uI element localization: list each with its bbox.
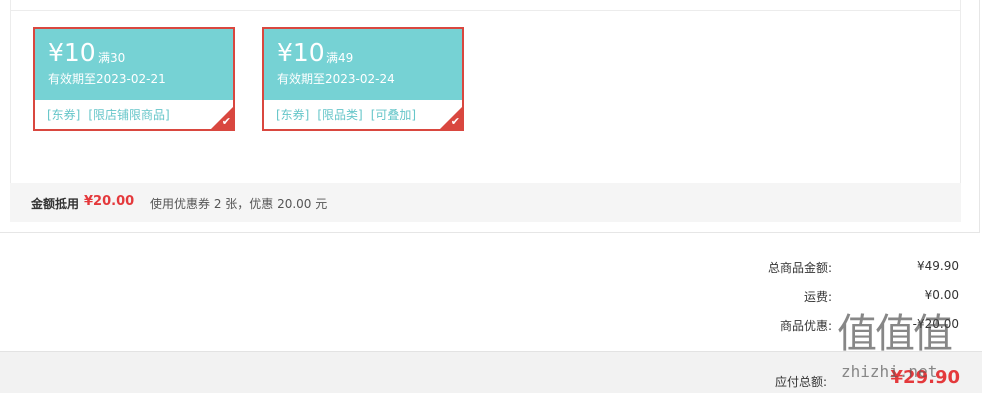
- coupon-tag: [限品类]: [317, 108, 363, 122]
- coupon-face: ¥10 满49 有效期至2023-02-24: [264, 29, 462, 100]
- shipping-label: 运费:: [803, 290, 832, 304]
- coupon-amount: ¥10: [48, 38, 96, 67]
- payable-value: ¥29.90: [890, 367, 960, 388]
- coupon-amount: ¥10: [277, 38, 325, 67]
- discount-row: 商品优惠: -¥20.00: [0, 317, 982, 337]
- coupon-tag: [东券]: [276, 108, 310, 122]
- coupon-tags: [东券] [限店铺限商品]: [47, 108, 178, 122]
- coupon-tag: [限店铺限商品]: [88, 108, 170, 122]
- goods-total-row: 总商品金额: ¥49.90: [0, 259, 982, 279]
- discount-amount: ¥20.00: [84, 194, 135, 209]
- coupon-tag: [东券]: [47, 108, 81, 122]
- coupon-tag: [可叠加]: [370, 108, 417, 122]
- coupon-card[interactable]: ¥10 满30 有效期至2023-02-21 [东券] [限店铺限商品] ✔: [33, 27, 235, 131]
- coupon-usage-text: 使用优惠券 2 张，优惠 20.00 元: [150, 197, 328, 211]
- shipping-row: 运费: ¥0.00: [0, 288, 982, 308]
- check-icon: ✔: [221, 115, 231, 128]
- payable-label: 应付总额:: [774, 375, 827, 389]
- product-discount-label: 商品优惠:: [779, 319, 832, 333]
- coupon-card[interactable]: ¥10 满49 有效期至2023-02-24 [东券] [限品类] [可叠加] ✔: [262, 27, 464, 131]
- goods-total-value: ¥49.90: [917, 259, 959, 273]
- coupon-tags: [东券] [限品类] [可叠加]: [276, 108, 424, 122]
- check-icon: ✔: [450, 115, 460, 128]
- payable-bar: 应付总额: ¥29.90: [0, 351, 982, 393]
- coupon-validity: 有效期至2023-02-21: [48, 72, 166, 86]
- product-discount-value: -¥20.00: [912, 317, 959, 331]
- coupon-summary-bar: 金额抵用 ¥20.00 使用优惠券 2 张，优惠 20.00 元: [10, 183, 961, 222]
- discount-label: 金额抵用: [31, 197, 80, 211]
- goods-total-label: 总商品金额:: [767, 261, 832, 275]
- coupon-threshold: 满49: [326, 51, 354, 65]
- coupon-face: ¥10 满30 有效期至2023-02-21: [35, 29, 233, 100]
- coupon-validity: 有效期至2023-02-24: [277, 72, 395, 86]
- shipping-value: ¥0.00: [924, 288, 959, 302]
- coupon-panel: ¥10 满30 有效期至2023-02-21 [东券] [限店铺限商品] ✔ ¥1…: [0, 0, 980, 233]
- coupon-threshold: 满30: [98, 51, 126, 65]
- divider: [10, 10, 961, 11]
